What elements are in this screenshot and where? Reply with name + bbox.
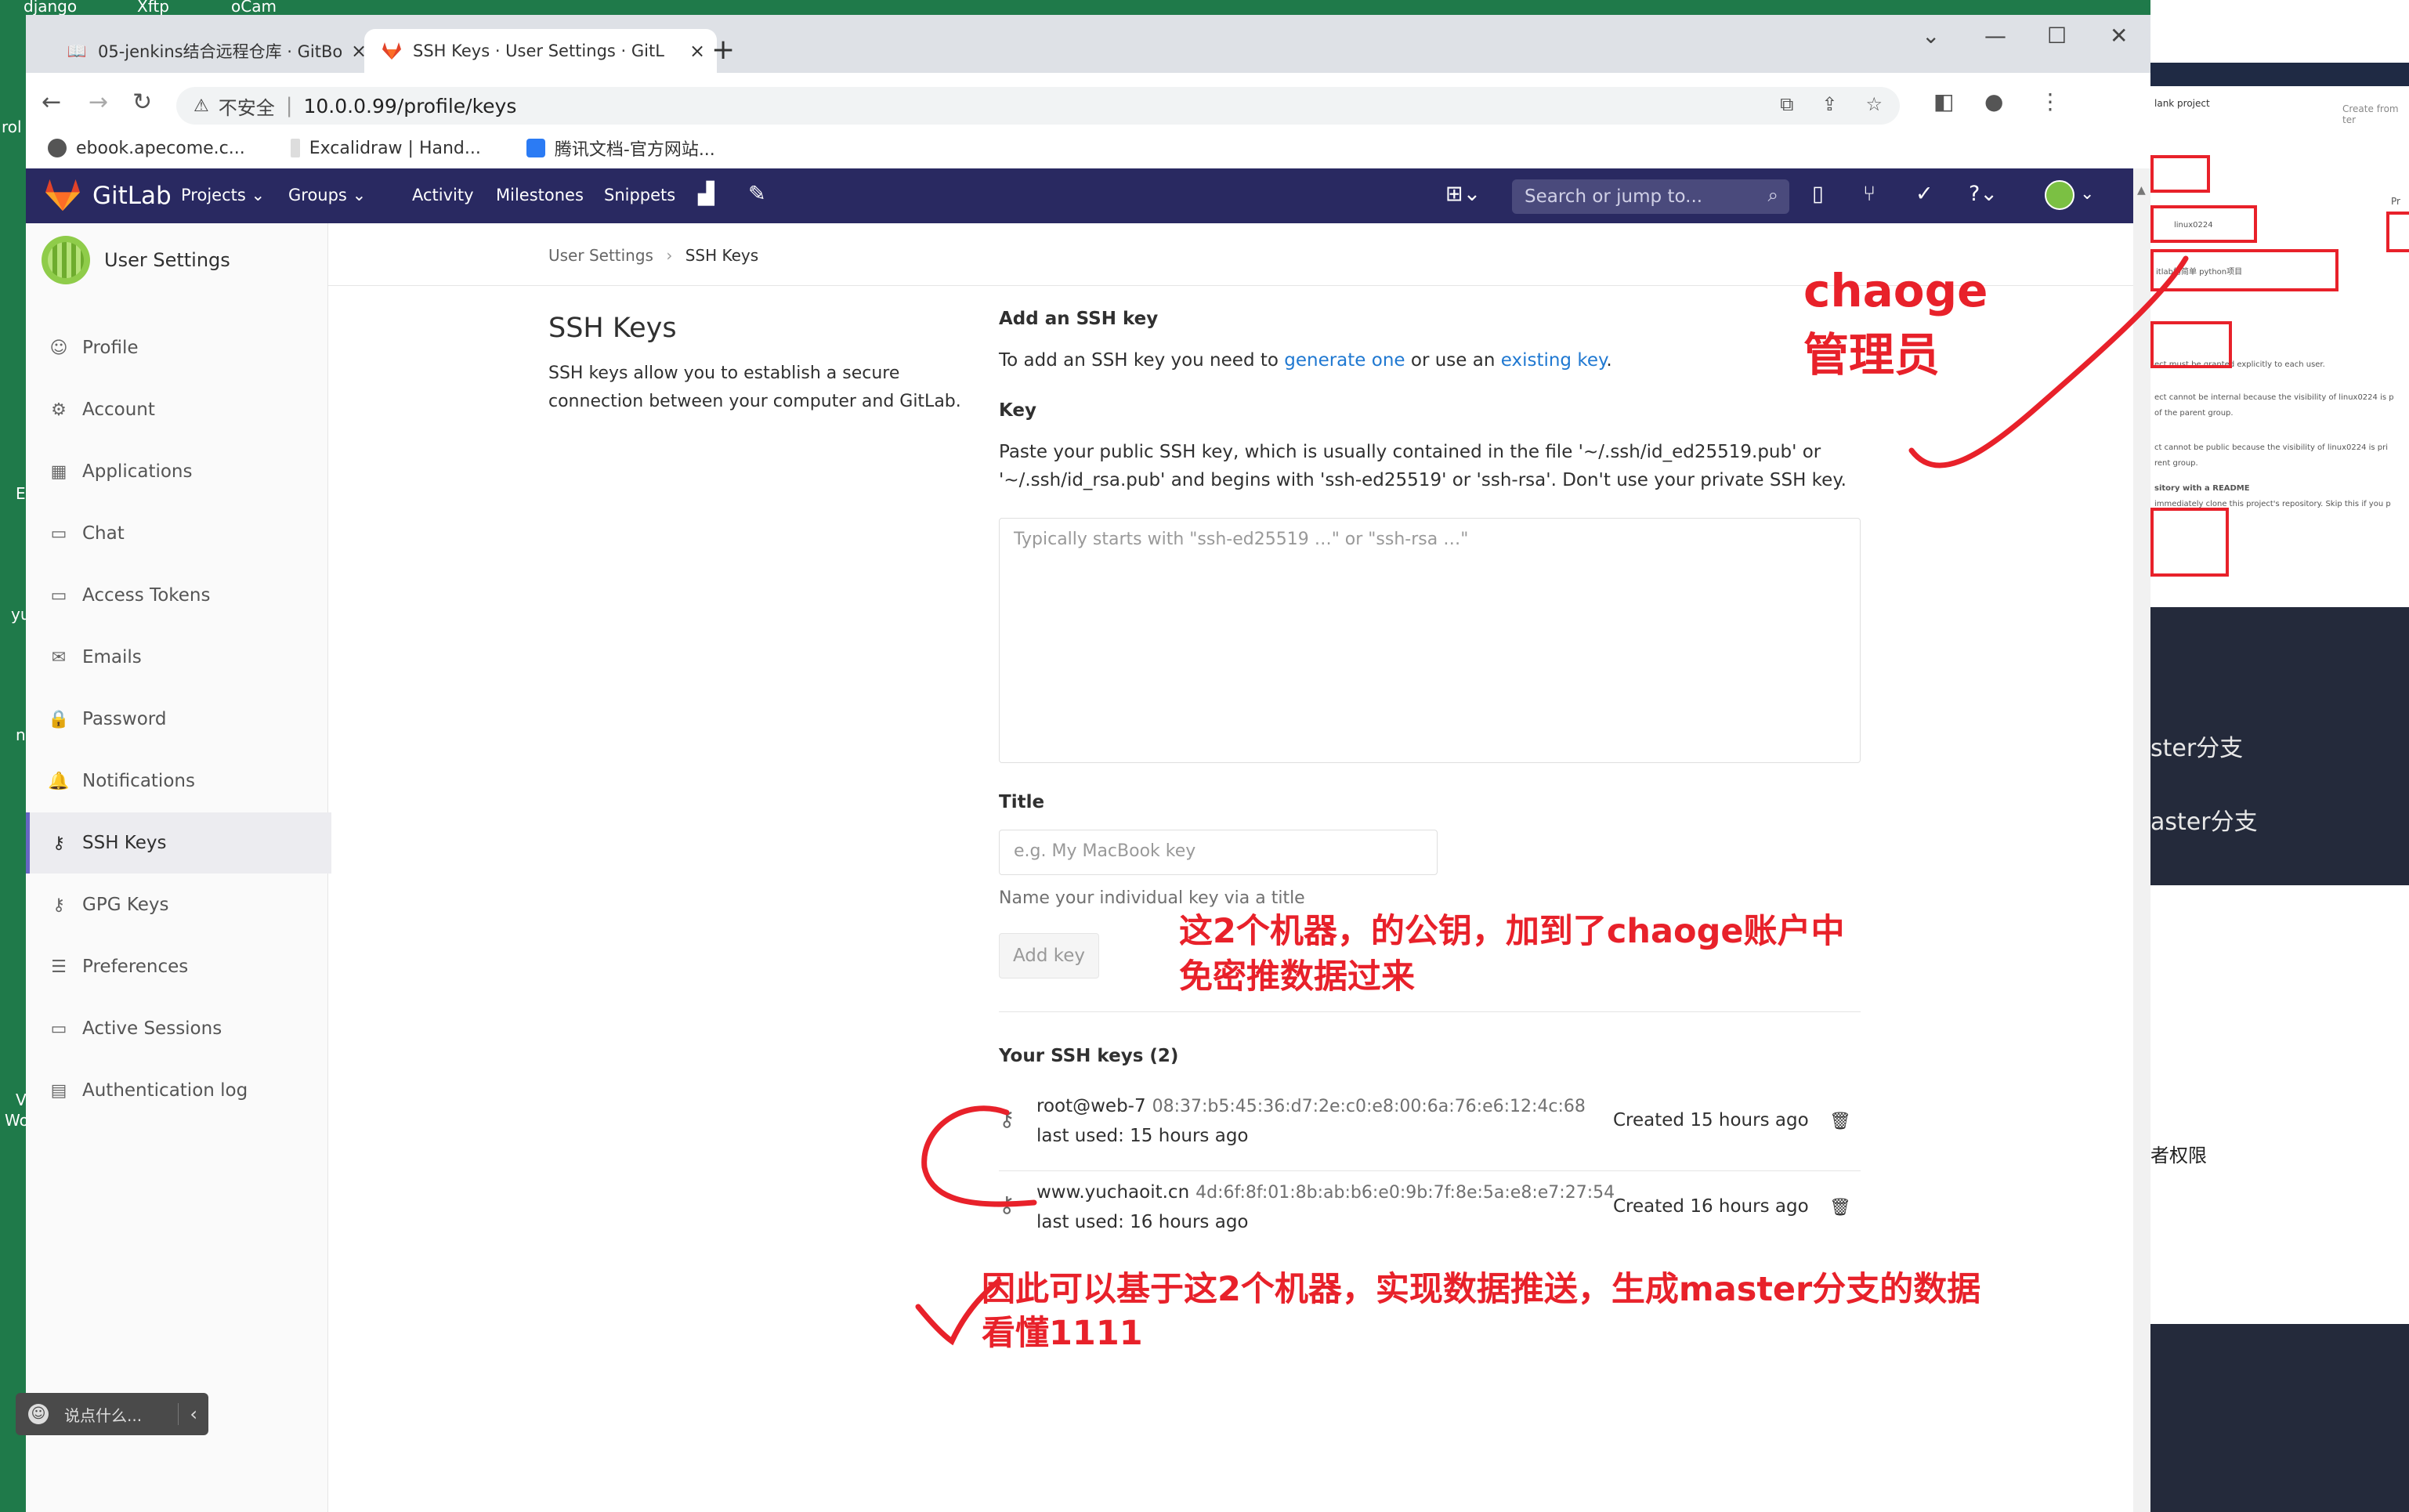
annotation-text: chaoge bbox=[1803, 264, 1988, 317]
chat-widget[interactable]: ☺ 说点什么... ‹ bbox=[16, 1393, 208, 1435]
annotation-bracket-stroke bbox=[921, 1105, 1037, 1207]
annotation-text: 免密推数据过来 bbox=[1179, 957, 1415, 997]
annotation-text: 看懂1111 bbox=[982, 1314, 1143, 1353]
annotation-keys-note: 这2个机器，的公钥，加到了chaoge账户中 免密推数据过来 bbox=[1179, 909, 1845, 1000]
annotation-text: 因此可以基于这2个机器，实现数据推送，生成master分支的数据 bbox=[982, 1270, 1981, 1309]
collapse-icon[interactable]: ‹ bbox=[178, 1403, 208, 1425]
emoji-icon[interactable]: ☺ bbox=[28, 1404, 49, 1424]
annotation-text: 这2个机器，的公钥，加到了chaoge账户中 bbox=[1179, 912, 1845, 951]
annotation-push-note: 因此可以基于这2个机器，实现数据推送，生成master分支的数据 看懂1111 bbox=[982, 1268, 1980, 1355]
annotation-text: 管理员 bbox=[1803, 328, 1941, 382]
annotation-chaoge-admin: chaoge 管理员 bbox=[1803, 259, 1988, 387]
chat-placeholder[interactable]: 说点什么... bbox=[64, 1403, 142, 1426]
